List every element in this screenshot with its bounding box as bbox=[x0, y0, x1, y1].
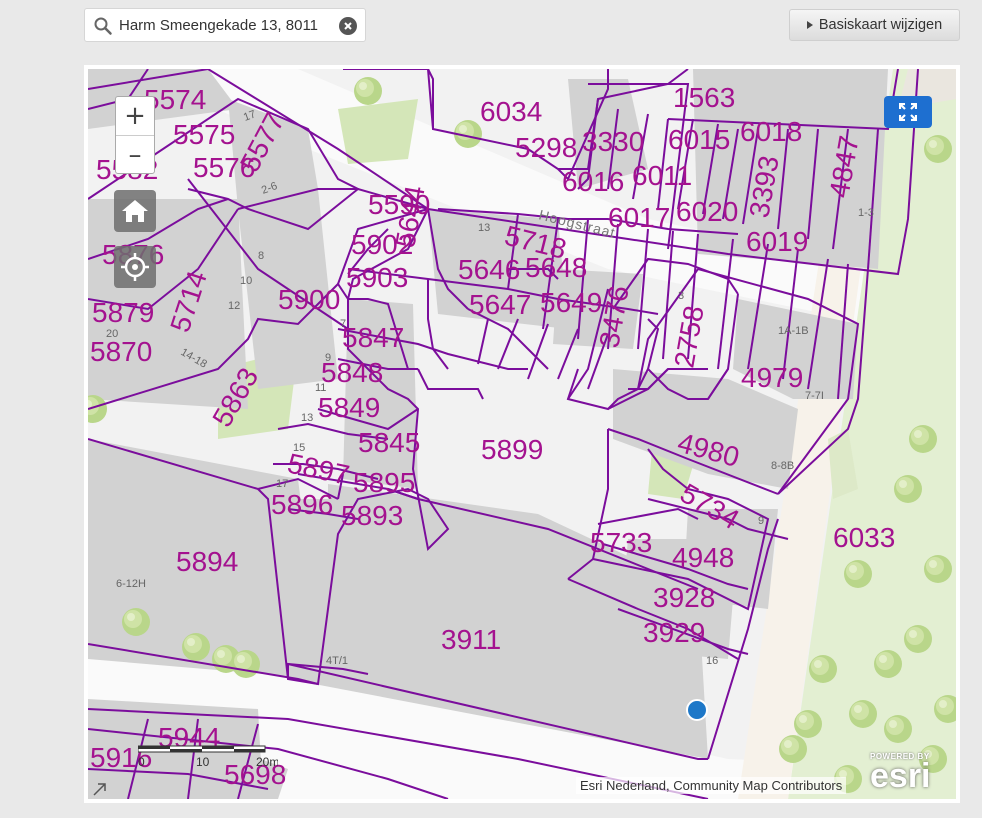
basemap-change-button[interactable]: Basiskaart wijzigen bbox=[789, 9, 960, 41]
parcel-label: 6015 bbox=[668, 124, 730, 155]
location-marker[interactable] bbox=[686, 699, 708, 721]
esri-wordmark: esri bbox=[870, 757, 931, 795]
parcel-label: 6020 bbox=[676, 196, 738, 227]
house-number-label: 16 bbox=[706, 655, 718, 667]
fullscreen-icon bbox=[899, 103, 917, 121]
home-button[interactable] bbox=[114, 190, 156, 232]
parcel-label: 5648 bbox=[525, 252, 587, 283]
scale-tick: 0 bbox=[138, 755, 145, 769]
fullscreen-button[interactable] bbox=[884, 96, 932, 128]
close-icon[interactable] bbox=[339, 17, 357, 35]
parcel-label: 5896 bbox=[271, 489, 333, 520]
parcel-label: 5849 bbox=[318, 392, 380, 423]
house-number-label: 7-7I bbox=[805, 390, 824, 402]
house-number-label: 4T/1 bbox=[326, 655, 348, 667]
parcel-label: 6011 bbox=[632, 160, 692, 191]
parcel-label: 4979 bbox=[741, 362, 803, 393]
house-number-label: 10 bbox=[240, 275, 252, 287]
parcel-label: 5298 bbox=[515, 132, 577, 163]
parcel-label: 5733 bbox=[590, 527, 652, 558]
zoom-control: + – bbox=[115, 96, 155, 174]
parcel-label: 5902 bbox=[351, 229, 413, 260]
scale-tick: 10 bbox=[196, 755, 210, 769]
parcel-label: 5848 bbox=[321, 357, 383, 388]
house-number-label: 8 bbox=[258, 250, 264, 262]
parcel-label: 4948 bbox=[672, 542, 734, 573]
parcel-label: 3929 bbox=[643, 617, 705, 648]
parcel-label: 3911 bbox=[441, 624, 501, 655]
parcel-label: 5575 bbox=[173, 119, 235, 150]
parcel-label: 5870 bbox=[90, 336, 152, 367]
parcel-label: 6034 bbox=[480, 96, 542, 127]
parcel-label: 5649 bbox=[540, 287, 602, 318]
search-box bbox=[84, 8, 366, 42]
house-number-label: 6-12H bbox=[116, 578, 146, 590]
esri-logo: POWERED BY esri bbox=[870, 752, 931, 795]
parcel-label: 3330 bbox=[582, 126, 644, 157]
house-number-label: 1-3 bbox=[858, 207, 874, 219]
parcel-label: 5646 bbox=[458, 254, 520, 285]
scale-tick: 20m bbox=[256, 755, 278, 769]
map-attribution: Esri Nederland, Community Map Contributo… bbox=[576, 777, 847, 794]
parcel-label: 5895 bbox=[353, 467, 415, 498]
parcel-label: 6016 bbox=[562, 166, 624, 197]
scale-bar: 0 10 20m bbox=[138, 745, 278, 769]
house-number-label: 13 bbox=[301, 412, 313, 424]
house-number-label: 3 bbox=[678, 290, 684, 302]
house-number-label: 12 bbox=[228, 300, 240, 312]
parcel-label: 5845 bbox=[358, 427, 420, 458]
search-input[interactable] bbox=[119, 13, 324, 37]
parcel-label: 5647 bbox=[469, 289, 531, 320]
parcel-label: 1563 bbox=[673, 82, 735, 113]
parcel-label: 3928 bbox=[653, 582, 715, 613]
parcel-label: 5879 bbox=[92, 297, 154, 328]
house-number-label: 9 bbox=[758, 515, 764, 527]
parcel-label: 5894 bbox=[176, 546, 238, 577]
house-number-label: 13 bbox=[478, 222, 490, 234]
house-number-label: 1A-1B bbox=[778, 325, 809, 337]
basemap-change-label: Basiskaart wijzigen bbox=[818, 17, 943, 33]
zoom-in-button[interactable]: + bbox=[116, 97, 154, 135]
map-canvas[interactable]: Hoogstraat 172-68101214-182079111315176-… bbox=[88, 69, 956, 799]
parcel-label: 6019 bbox=[746, 226, 808, 257]
parcel-label: 5847 bbox=[342, 322, 404, 353]
parcel-label: 5900 bbox=[278, 284, 340, 315]
search-icon bbox=[94, 17, 112, 35]
parcel-label: 6033 bbox=[833, 522, 895, 553]
locate-button[interactable] bbox=[114, 246, 156, 288]
map-view[interactable]: Hoogstraat 17 2-6 8 10 12 14-18 20 7 9 11 13 15 17 6-… bbox=[84, 65, 960, 803]
expand-corner-icon[interactable] bbox=[92, 781, 108, 797]
caret-right-icon bbox=[806, 21, 813, 29]
locate-icon bbox=[121, 253, 149, 281]
parcel-label: 6017 bbox=[608, 202, 670, 233]
parcel-label: 5899 bbox=[481, 434, 543, 465]
parcel-label: 5903 bbox=[346, 262, 408, 293]
zoom-out-button[interactable]: – bbox=[116, 135, 154, 174]
home-icon bbox=[122, 200, 148, 222]
house-number-label: 8-8B bbox=[771, 460, 794, 472]
parcel-label: 5893 bbox=[341, 500, 403, 531]
parcel-label: 6018 bbox=[740, 116, 802, 147]
